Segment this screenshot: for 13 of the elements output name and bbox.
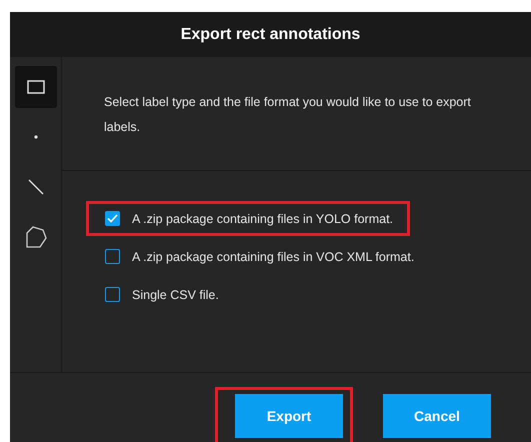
description-text: Select label type and the file format you would like to use to export labels.	[104, 94, 472, 136]
option-label[interactable]: A .zip package containing files in YOLO format.	[132, 212, 394, 226]
rectangle-icon	[26, 80, 44, 94]
dialog-title: Export rect annotations	[180, 26, 360, 44]
line-icon	[28, 179, 44, 195]
tool-button[interactable]	[14, 66, 56, 108]
dot-icon	[34, 135, 38, 139]
checkbox[interactable]	[105, 287, 120, 302]
option-label[interactable]: A .zip package containing files in VOC XML format.	[132, 250, 414, 264]
checkbox[interactable]	[105, 249, 120, 264]
polygon-icon	[24, 226, 46, 248]
checkbox[interactable]	[105, 211, 120, 226]
option-label[interactable]: Single CSV file.	[132, 288, 219, 302]
